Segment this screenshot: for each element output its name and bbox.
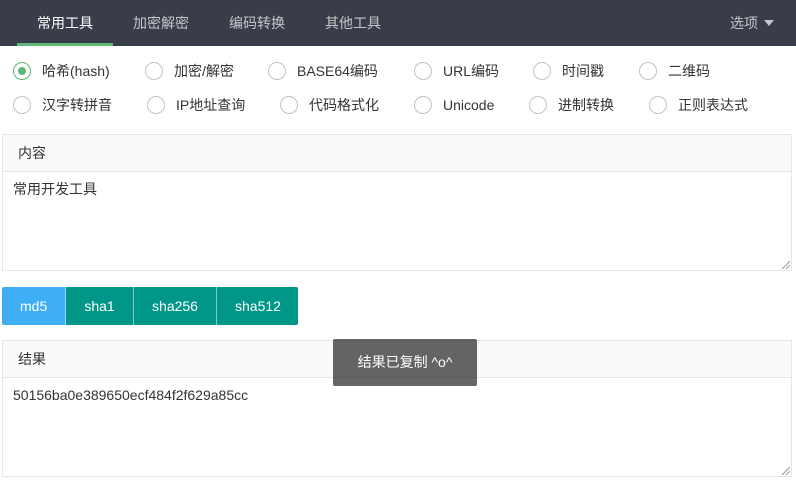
radio-circle-icon [649,96,667,114]
radio-label: BASE64编码 [297,63,378,79]
radio-label: 代码格式化 [309,97,379,113]
tab-other-tools[interactable]: 其他工具 [305,0,401,46]
radio-circle-icon [268,62,286,80]
tab-common-tools[interactable]: 常用工具 [17,0,113,46]
chevron-down-icon [764,20,774,27]
radio-circle-icon [145,62,163,80]
copied-toast: 结果已复制 ^o^ [333,339,477,386]
tab-encrypt-decrypt[interactable]: 加密解密 [113,0,209,46]
radio-label: 进制转换 [558,97,614,113]
radio-label: 时间戳 [562,63,604,79]
top-nav: 常用工具 加密解密 编码转换 其他工具 选项 [0,0,796,46]
input-panel-heading: 内容 [3,135,791,172]
input-text: 常用开发工具 [13,181,97,197]
resize-grip-icon[interactable] [780,465,790,475]
radio-label: 二维码 [668,63,710,79]
sha256-button[interactable]: sha256 [134,287,217,325]
resize-grip-icon[interactable] [780,259,790,269]
radio-circle-icon [639,62,657,80]
sha512-button[interactable]: sha512 [217,287,298,325]
radio-circle-icon [533,62,551,80]
radio-label: 加密/解密 [174,63,234,79]
radio-label: 哈希(hash) [42,63,110,79]
radio-circle-icon [147,96,165,114]
options-label: 选项 [730,15,758,31]
input-textarea[interactable]: 常用开发工具 [3,172,791,270]
app-root: 常用工具 加密解密 编码转换 其他工具 选项 哈希(hash) 加密/解密 BA… [0,0,796,481]
radio-circle-icon [13,96,31,114]
input-panel: 内容 常用开发工具 [2,134,792,271]
radio-label: 汉字转拼音 [42,97,112,113]
radio-circle-icon [280,96,298,114]
radio-label: 正则表达式 [678,97,748,113]
sha1-button[interactable]: sha1 [66,287,134,325]
radio-circle-icon [414,96,432,114]
radio-circle-icon [414,62,432,80]
hash-button-group: md5 sha1 sha256 sha512 [2,287,298,325]
radio-circle-icon [13,62,31,80]
result-textarea[interactable]: 50156ba0e389650ecf484f2f629a85cc [3,378,791,476]
tab-encoding-convert[interactable]: 编码转换 [209,0,305,46]
radio-circle-icon [529,96,547,114]
md5-button[interactable]: md5 [2,287,66,325]
options-menu[interactable]: 选项 [730,0,774,46]
radio-label: IP地址查询 [176,97,246,113]
result-text: 50156ba0e389650ecf484f2f629a85cc [13,387,249,403]
radio-label: URL编码 [443,63,500,79]
radio-label: Unicode [443,97,495,113]
